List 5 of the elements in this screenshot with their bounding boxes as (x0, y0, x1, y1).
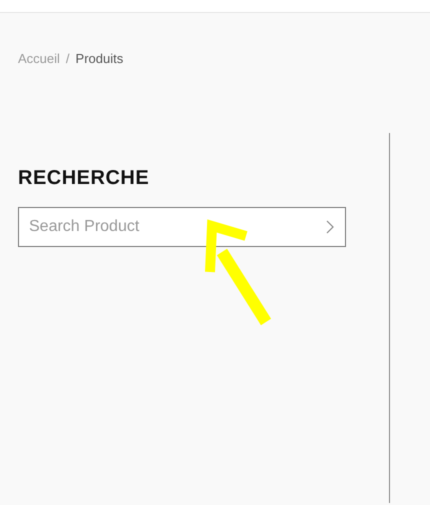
search-field[interactable]: Search Product (18, 206, 346, 246)
breadcrumb-link[interactable]: Produits (76, 49, 124, 68)
breadcrumb-separator: / (66, 50, 70, 68)
chevron-right-icon[interactable] (326, 220, 334, 234)
sidebar-title: RECHERCHE (18, 166, 150, 190)
